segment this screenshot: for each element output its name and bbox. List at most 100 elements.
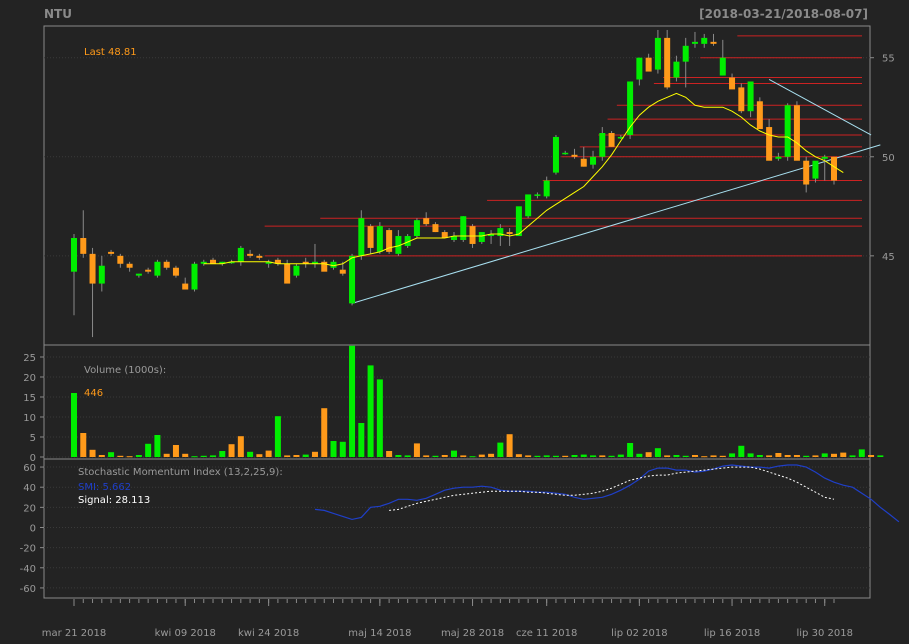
volume-bar — [534, 455, 541, 457]
volume-bar — [339, 441, 346, 457]
candle-down — [766, 127, 773, 161]
volume-bar — [840, 452, 847, 457]
volume-bar — [747, 453, 754, 457]
volume-bar — [654, 448, 661, 457]
candle-up — [812, 160, 819, 179]
volume-bar — [701, 456, 708, 458]
chart-date-range: [2018-03-21/2018-08-07] — [699, 7, 868, 21]
volume-bar — [497, 442, 504, 457]
candle-up — [349, 255, 356, 304]
volume-bar — [330, 441, 337, 457]
x-tick-label: lip 16 2018 — [704, 628, 760, 639]
volume-bar — [682, 455, 689, 457]
volume-bar — [451, 450, 457, 457]
candle-down — [126, 263, 133, 268]
candle-up — [237, 247, 244, 262]
smi-tick-label: -40 — [20, 564, 36, 575]
volume-bar — [821, 453, 828, 457]
candle-down — [803, 160, 810, 185]
candle-up — [821, 156, 828, 159]
volume-bar — [525, 455, 532, 457]
stock-chart: NTU [2018-03-21/2018-08-07] 45 50 55 0 5 10 1… — [20, 7, 900, 639]
price-tick-label: 50 — [882, 153, 895, 164]
volume-bar — [636, 453, 643, 457]
volume-bar — [404, 455, 411, 457]
candle-down — [145, 269, 152, 272]
volume-bar — [247, 451, 254, 457]
last-price-label: Last 48.81 — [84, 47, 137, 58]
trendline — [768, 79, 872, 136]
candle-up — [682, 45, 689, 62]
candle-up — [135, 273, 142, 276]
smi-value-label: SMI: 5.662 — [78, 482, 131, 493]
volume-bar — [126, 456, 133, 458]
volume-bar — [664, 455, 671, 457]
volume-bar — [738, 445, 745, 457]
candle-up — [654, 37, 661, 70]
smi-tick-label: 20 — [23, 503, 36, 514]
volume-bar — [775, 453, 782, 457]
price-tick-label: 45 — [882, 252, 895, 263]
volume-bar — [376, 379, 383, 457]
volume-bar — [293, 455, 300, 457]
volume-bar — [302, 454, 309, 457]
smi-line — [314, 464, 900, 523]
candle-down — [182, 283, 189, 290]
candle-down — [163, 261, 170, 268]
candle-down — [664, 37, 671, 88]
candle-down — [256, 255, 263, 258]
candle-down — [738, 87, 745, 112]
volume-tick-label: 5 — [30, 433, 36, 444]
volume-panel: 0510152025 — [23, 345, 884, 464]
candle-down — [80, 238, 87, 254]
volume-bar — [645, 452, 652, 457]
candle-down — [756, 101, 763, 130]
volume-bar — [395, 455, 402, 457]
x-tick-label: lip 30 2018 — [797, 628, 853, 639]
candle-up — [376, 226, 383, 252]
volume-bar — [413, 443, 420, 457]
volume-bar — [562, 455, 569, 457]
volume-bar — [80, 433, 87, 457]
candle-down — [108, 251, 115, 254]
candle-down — [793, 105, 800, 161]
volume-bar — [710, 455, 717, 457]
volume-bar — [191, 456, 198, 458]
candle-up — [590, 156, 597, 165]
volume-bar — [627, 443, 634, 457]
candle-up — [552, 136, 559, 173]
candle-up — [154, 261, 161, 276]
volume-bar — [831, 453, 837, 457]
volume-bar — [237, 436, 244, 457]
x-tick-label: kwi 09 2018 — [155, 628, 216, 639]
candle-down — [339, 269, 346, 274]
volume-bar — [154, 435, 161, 457]
volume-bar — [691, 455, 698, 457]
volume-bar — [608, 455, 615, 457]
candle-up — [636, 57, 643, 80]
candle-down — [729, 77, 736, 90]
volume-bar — [729, 453, 736, 457]
candle-down — [89, 253, 96, 284]
volume-bar — [617, 454, 624, 457]
volume-bar — [274, 416, 281, 457]
candle-up — [293, 265, 300, 276]
volume-bar — [219, 451, 226, 457]
candle-down — [284, 263, 291, 284]
volume-bar — [673, 455, 680, 457]
volume-bar — [182, 453, 189, 457]
volume-bar — [571, 455, 578, 457]
volume-bar — [719, 455, 726, 457]
candle-up — [330, 261, 337, 268]
volume-last-value: 446 — [84, 388, 103, 399]
candle-up — [747, 81, 754, 112]
candle-down — [580, 158, 587, 167]
volume-bar — [858, 449, 865, 457]
volume-bar — [756, 455, 763, 457]
trendline — [351, 144, 881, 304]
volume-bar — [256, 454, 263, 457]
signal-line — [389, 466, 835, 511]
x-tick-label: maj 28 2018 — [441, 628, 504, 639]
candle-up — [413, 220, 420, 237]
volume-bar — [515, 454, 522, 457]
